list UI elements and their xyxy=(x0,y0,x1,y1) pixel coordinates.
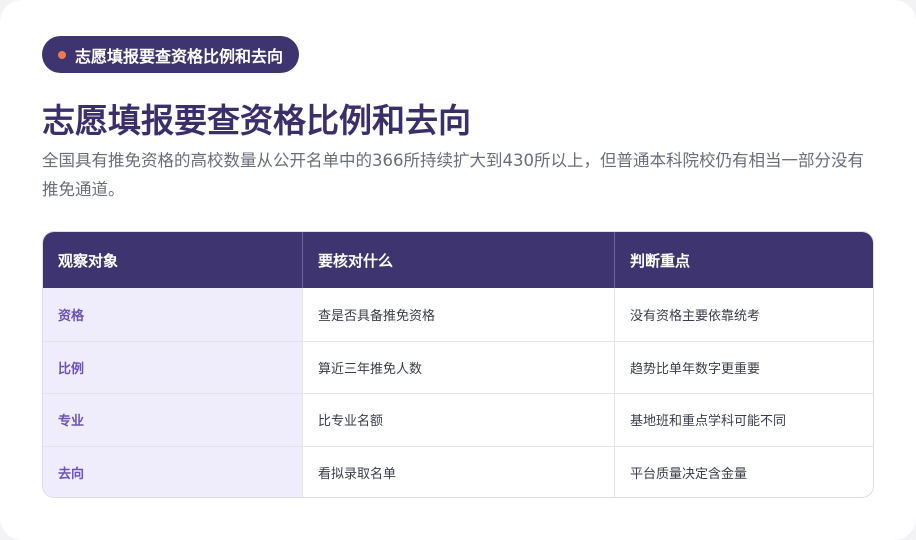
row-key-cell: 比例 xyxy=(43,341,302,393)
table-cell: 基地班和重点学科可能不同 xyxy=(614,394,873,446)
table-row: 去向 看拟录取名单 平台质量决定含金量 xyxy=(43,445,873,497)
table-row: 资格 查是否具备推免资格 没有资格主要依靠统考 xyxy=(43,288,873,341)
row-key-cell: 去向 xyxy=(43,446,302,497)
table-cell: 平台质量决定含金量 xyxy=(614,446,873,497)
row-key-cell: 专业 xyxy=(43,394,302,446)
column-header-object: 观察对象 xyxy=(58,251,119,270)
page-description: 全国具有推免资格的高校数量从公开名单中的366所持续扩大到430所以上，但普通本… xyxy=(42,151,864,199)
table-cell: 算近三年推免人数 xyxy=(302,341,614,393)
table-cell: 趋势比单年数字更重要 xyxy=(614,341,873,393)
comparison-table: 观察对象 要核对什么 判断重点 资格 查是否具备推免资格 没有资格主要依靠统考 … xyxy=(42,231,874,498)
row-key-cell: 资格 xyxy=(43,288,302,341)
topic-tag-label: 志愿填报要查资格比例和去向 xyxy=(75,46,284,66)
table-row: 专业 比专业名额 基地班和重点学科可能不同 xyxy=(43,393,873,446)
column-header-focus: 判断重点 xyxy=(614,232,873,288)
content-card: 志愿填报要查资格比例和去向 志愿填报要查资格比例和去向 全国具有推免资格的高校数… xyxy=(0,0,916,540)
column-header-check: 要核对什么 xyxy=(302,232,614,288)
topic-tag: 志愿填报要查资格比例和去向 xyxy=(42,36,300,73)
table-cell: 查是否具备推免资格 xyxy=(302,288,614,341)
table-cell: 看拟录取名单 xyxy=(302,446,614,497)
table-body: 资格 查是否具备推免资格 没有资格主要依靠统考 比例 算近三年推免人数 趋势比单… xyxy=(43,288,873,497)
table-cell: 比专业名额 xyxy=(302,394,614,446)
table-row: 比例 算近三年推免人数 趋势比单年数字更重要 xyxy=(43,340,873,393)
page-title: 志愿填报要查资格比例和去向 xyxy=(42,101,471,140)
table-header: 观察对象 要核对什么 判断重点 xyxy=(43,232,873,288)
bullet-dot-icon xyxy=(58,50,66,59)
table-cell: 没有资格主要依靠统考 xyxy=(614,288,873,341)
